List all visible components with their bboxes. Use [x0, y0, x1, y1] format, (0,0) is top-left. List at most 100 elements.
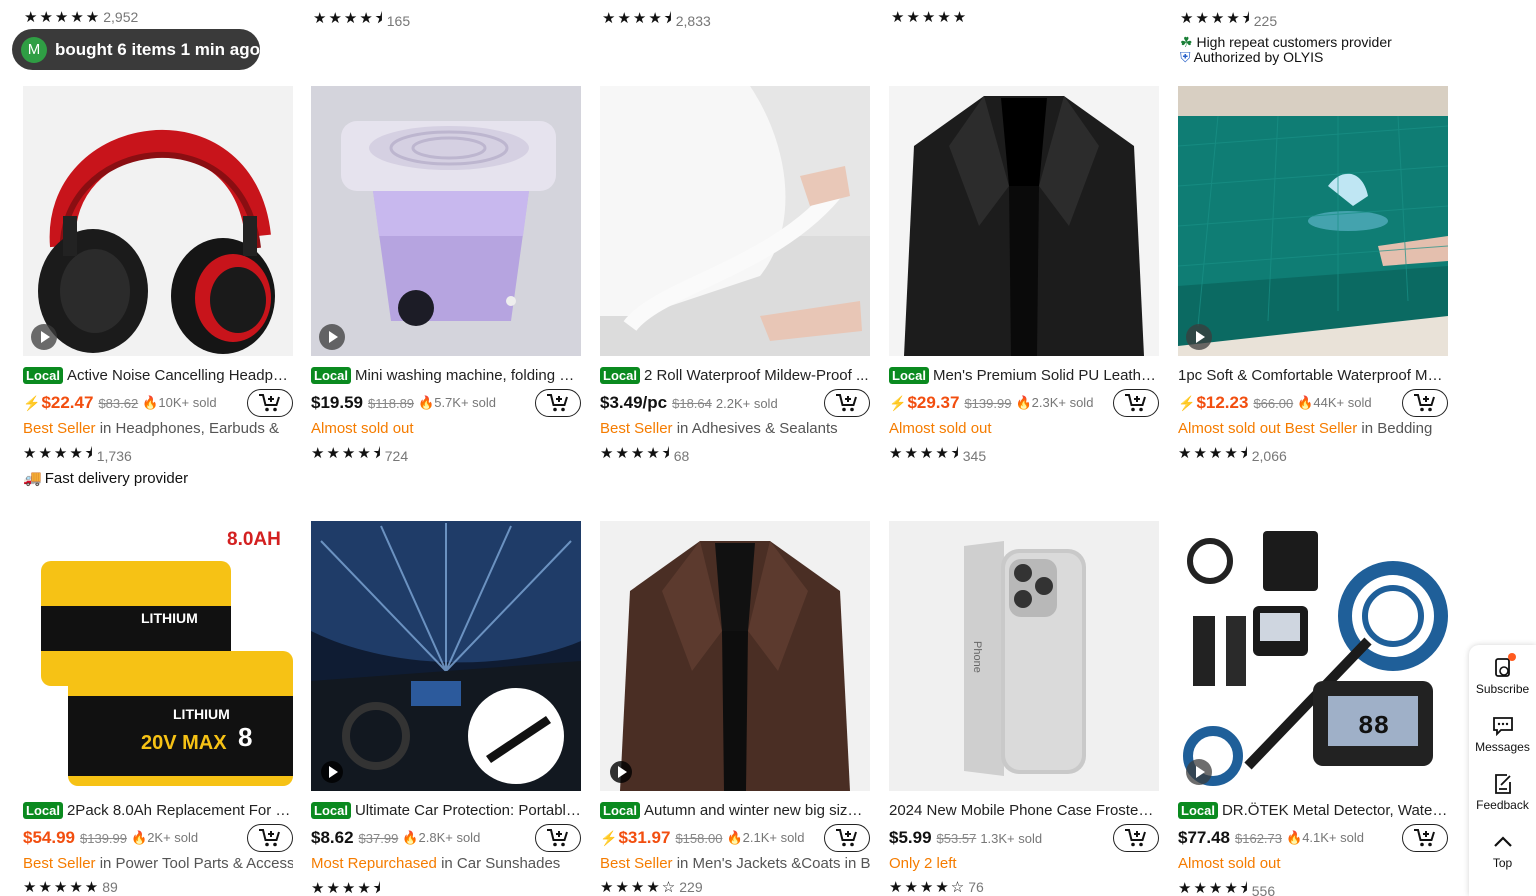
flame-icon: 🔥	[131, 830, 148, 845]
product-card[interactable]: Phone 2024 New Mobile Phone Case Frosted…	[889, 521, 1159, 896]
capacity-badge: 8.0AH	[227, 529, 281, 550]
messages-button[interactable]: Messages	[1469, 703, 1536, 761]
product-image[interactable]	[311, 86, 581, 356]
product-card[interactable]: Local Men's Premium Solid PU Leather ... …	[889, 86, 1159, 465]
product-title[interactable]: Local Mini washing machine, folding w...	[311, 364, 581, 386]
price-row: ⚡ $22.47 $83.62 🔥10K+ sold	[23, 388, 293, 418]
product-image[interactable]	[23, 86, 293, 356]
washing-machine-image	[341, 121, 556, 326]
product-image[interactable]	[600, 86, 870, 356]
floating-sidebar: Subscribe Messages Feedback Top	[1469, 645, 1536, 896]
product-image[interactable]	[1178, 86, 1448, 356]
flame-icon: 🔥	[402, 830, 419, 845]
local-badge: Local	[23, 801, 63, 819]
recent-purchase-toast[interactable]: M bought 6 items 1 min ago	[12, 29, 260, 70]
battery-pack-image: 8.0AH LITHIUM LITHIUM 20V MAX 8	[41, 529, 293, 786]
price-row: ⚡ $29.37 $139.99 🔥2.3K+ sold	[889, 388, 1159, 418]
flame-icon: 🔥	[142, 395, 159, 410]
rating-count: 724	[384, 447, 409, 464]
lightning-deal-icon: ⚡	[23, 394, 41, 411]
video-play-icon[interactable]	[319, 324, 345, 350]
sold-count: 2.8K+ sold	[418, 830, 481, 845]
product-card[interactable]: Local Ultimate Car Protection: Portable..…	[311, 521, 581, 896]
rating-row: ★★★★★ 89	[23, 878, 293, 896]
product-title[interactable]: 2024 New Mobile Phone Case Frosted ...	[889, 799, 1159, 821]
rating-stars: ★★★★⯨	[23, 445, 95, 462]
phone-case-image: Phone	[964, 541, 1086, 776]
repeat-customers-text: High repeat customers provider	[1196, 35, 1392, 50]
sold-count: 44K+ sold	[1313, 395, 1372, 410]
product-title[interactable]: 1pc Soft & Comfortable Waterproof Ma...	[1178, 364, 1448, 386]
product-card[interactable]: Local Autumn and winter new big size ... …	[600, 521, 870, 896]
message-icon	[1492, 715, 1514, 737]
product-card[interactable]: 8.0AH LITHIUM LITHIUM 20V MAX 8 Local 2Pa…	[23, 521, 293, 896]
sold-count: 2.3K+ sold	[1031, 395, 1094, 410]
product-card[interactable]: Local 2 Roll Waterproof Mildew-Proof ... …	[600, 86, 870, 465]
box-label: Phone	[971, 641, 983, 673]
cart-icon	[836, 829, 857, 847]
original-price: $18.64	[672, 395, 712, 411]
video-play-icon[interactable]	[1186, 759, 1212, 785]
truck-icon: 🚚	[23, 470, 42, 487]
ranking-text: Best Seller in Men's Jackets &Coats in B	[600, 855, 870, 872]
product-image[interactable]	[600, 521, 870, 791]
feedback-button[interactable]: Feedback	[1469, 761, 1536, 819]
video-play-icon[interactable]	[1186, 324, 1212, 350]
product-title[interactable]: Local Men's Premium Solid PU Leather ...	[889, 364, 1159, 386]
flame-icon: 🔥	[1286, 830, 1303, 845]
add-to-cart-button[interactable]	[824, 389, 870, 417]
rating-row: ★★★★⯨ 556	[1178, 878, 1448, 896]
authorized-text: Authorized by OLYIS	[1193, 49, 1324, 65]
brown-jacket-image	[620, 541, 850, 791]
back-to-top-button[interactable]: Top	[1469, 819, 1536, 877]
product-card[interactable]: 88 Local DR.ÖTEK Metal Detector, Waterp..…	[1178, 521, 1448, 896]
video-play-icon[interactable]	[31, 324, 57, 350]
sale-price: $22.47	[41, 393, 94, 412]
product-image[interactable]: Phone	[889, 521, 1159, 791]
product-title[interactable]: Local DR.ÖTEK Metal Detector, Waterp...	[1178, 799, 1448, 821]
battery-max-label: 20V MAX	[141, 732, 227, 754]
avatar: M	[21, 36, 47, 63]
rating-row: ★★★★⯨ 2,833	[602, 8, 872, 33]
product-title[interactable]: Local Active Noise Cancelling Headpho...	[23, 364, 293, 386]
flame-icon: 🔥	[418, 395, 435, 410]
sale-price: $54.99	[23, 828, 75, 847]
product-card[interactable]: Local Mini washing machine, folding w... …	[311, 86, 581, 465]
rating-stars: ★★★★⯨	[1180, 10, 1252, 27]
ranking-text: Most Repurchased in Car Sunshades	[311, 855, 561, 872]
video-play-icon[interactable]	[610, 761, 632, 783]
rating-stars: ★★★★⯨	[311, 445, 383, 462]
add-to-cart-button[interactable]	[535, 824, 581, 852]
product-image[interactable]	[311, 521, 581, 791]
video-play-icon[interactable]	[321, 761, 343, 783]
product-card[interactable]: Local Active Noise Cancelling Headpho... …	[23, 86, 293, 487]
product-image[interactable]: 8.0AH LITHIUM LITHIUM 20V MAX 8	[23, 521, 293, 791]
flame-icon: 🔥	[1015, 395, 1032, 410]
original-price: $118.89	[368, 395, 415, 411]
product-title[interactable]: Local Autumn and winter new big size ...	[600, 799, 870, 821]
subscribe-icon	[1492, 653, 1516, 679]
product-title[interactable]: Local 2Pack 8.0Ah Replacement For De...	[23, 799, 293, 821]
product-title[interactable]: Local Ultimate Car Protection: Portable..…	[311, 799, 581, 821]
add-to-cart-button[interactable]	[1402, 824, 1448, 852]
add-to-cart-button[interactable]	[247, 824, 293, 852]
add-to-cart-button[interactable]	[535, 389, 581, 417]
subscribe-button[interactable]: Subscribe	[1469, 645, 1536, 703]
sold-count: 2.2K+ sold	[715, 395, 778, 411]
product-image[interactable]	[889, 86, 1159, 356]
add-to-cart-button[interactable]	[824, 824, 870, 852]
add-to-cart-button[interactable]	[1113, 824, 1159, 852]
product-title[interactable]: Local 2 Roll Waterproof Mildew-Proof ...	[600, 364, 870, 386]
add-to-cart-button[interactable]	[1113, 389, 1159, 417]
sale-price: $77.48	[1178, 828, 1230, 847]
product-card[interactable]: 1pc Soft & Comfortable Waterproof Ma... …	[1178, 86, 1448, 465]
rating-row: ★★★★⯨ 1,736	[23, 443, 293, 465]
add-to-cart-button[interactable]	[247, 389, 293, 417]
cart-icon	[836, 394, 857, 412]
rating-count: 1,736	[96, 447, 132, 464]
lightning-deal-icon: ⚡	[889, 394, 907, 411]
local-badge: Local	[1178, 801, 1218, 819]
product-image[interactable]: 88	[1178, 521, 1448, 791]
add-to-cart-button[interactable]	[1402, 389, 1448, 417]
battery-label-mid: LITHIUM	[173, 706, 230, 722]
